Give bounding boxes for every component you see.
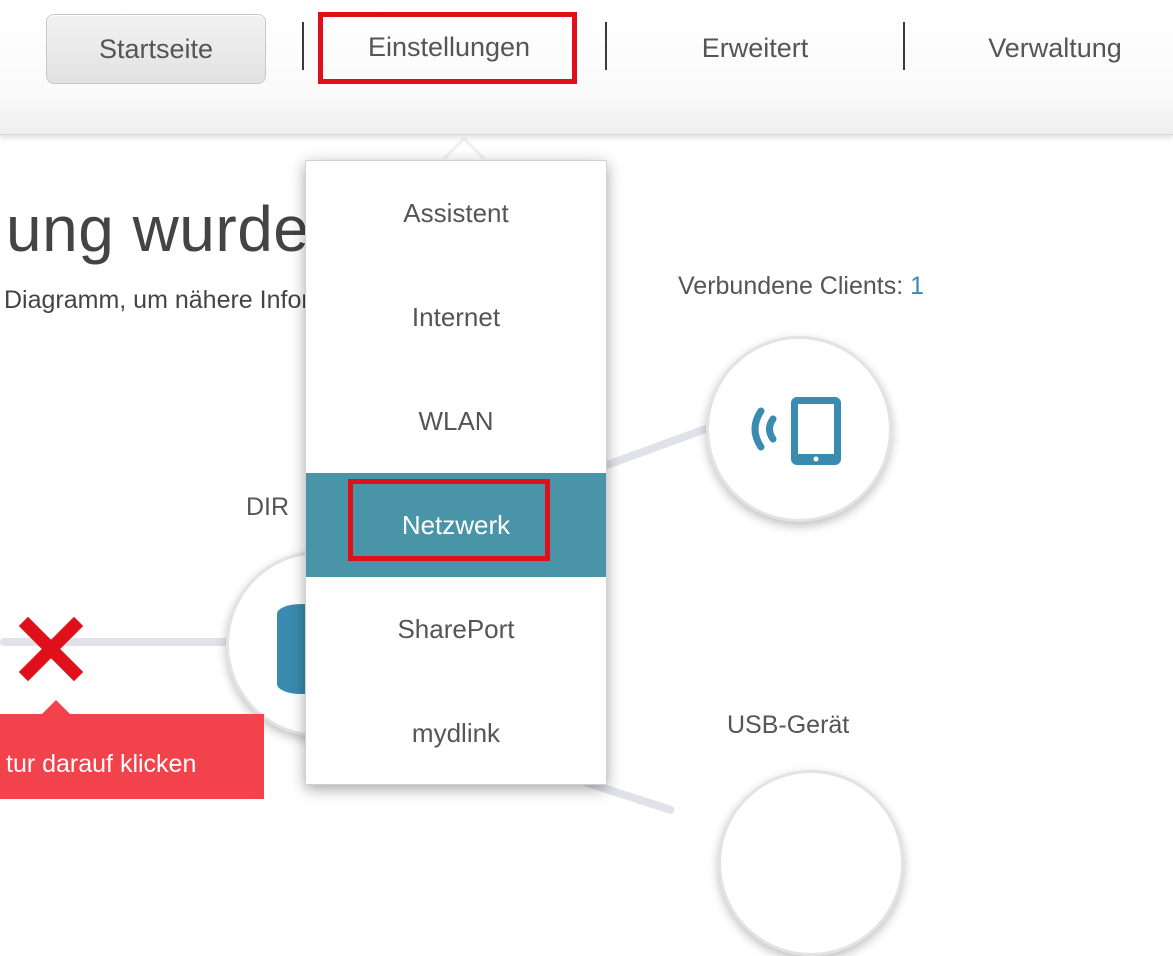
nav-tab-startseite[interactable]: Startseite	[46, 14, 266, 84]
connected-clients-text: Verbundene Clients:	[678, 272, 904, 300]
nav-tab-erweitert[interactable]: Erweitert	[640, 14, 870, 82]
dropdown-pointer	[443, 140, 485, 161]
connected-clients-count[interactable]: 1	[910, 272, 924, 300]
nav-separator	[605, 22, 607, 70]
menu-item-mydlink[interactable]: mydlink	[306, 681, 606, 785]
menu-item-assistent[interactable]: Assistent	[306, 161, 606, 265]
settings-dropdown-menu: Assistent Internet WLAN Netzwerk SharePo…	[305, 160, 607, 785]
nav-tab-einstellungen[interactable]: Einstellungen	[321, 12, 577, 82]
error-tooltip[interactable]: tur darauf klicken	[0, 700, 264, 799]
nav-tab-verwaltung[interactable]: Verwaltung	[960, 14, 1150, 82]
nav-separator	[903, 22, 905, 70]
top-navigation-bar: Startseite Einstellungen Erweitert Verwa…	[0, 0, 1173, 135]
tooltip-text: tur darauf klicken	[6, 750, 197, 778]
router-label: DIR	[246, 493, 290, 521]
connected-clients-label: Verbundene Clients: 1	[678, 272, 924, 301]
usb-device-label: USB-Gerät	[727, 711, 850, 739]
nav-separator	[302, 22, 304, 70]
menu-item-shareport[interactable]: SharePort	[306, 577, 606, 681]
menu-item-netzwerk[interactable]: Netzwerk	[306, 473, 606, 577]
close-x-icon	[18, 616, 84, 682]
wireless-tablet-icon	[751, 397, 841, 465]
usb-device-node[interactable]	[718, 770, 904, 956]
connected-clients-node[interactable]	[706, 336, 892, 522]
menu-item-internet[interactable]: Internet	[306, 265, 606, 369]
menu-item-wlan[interactable]: WLAN	[306, 369, 606, 473]
